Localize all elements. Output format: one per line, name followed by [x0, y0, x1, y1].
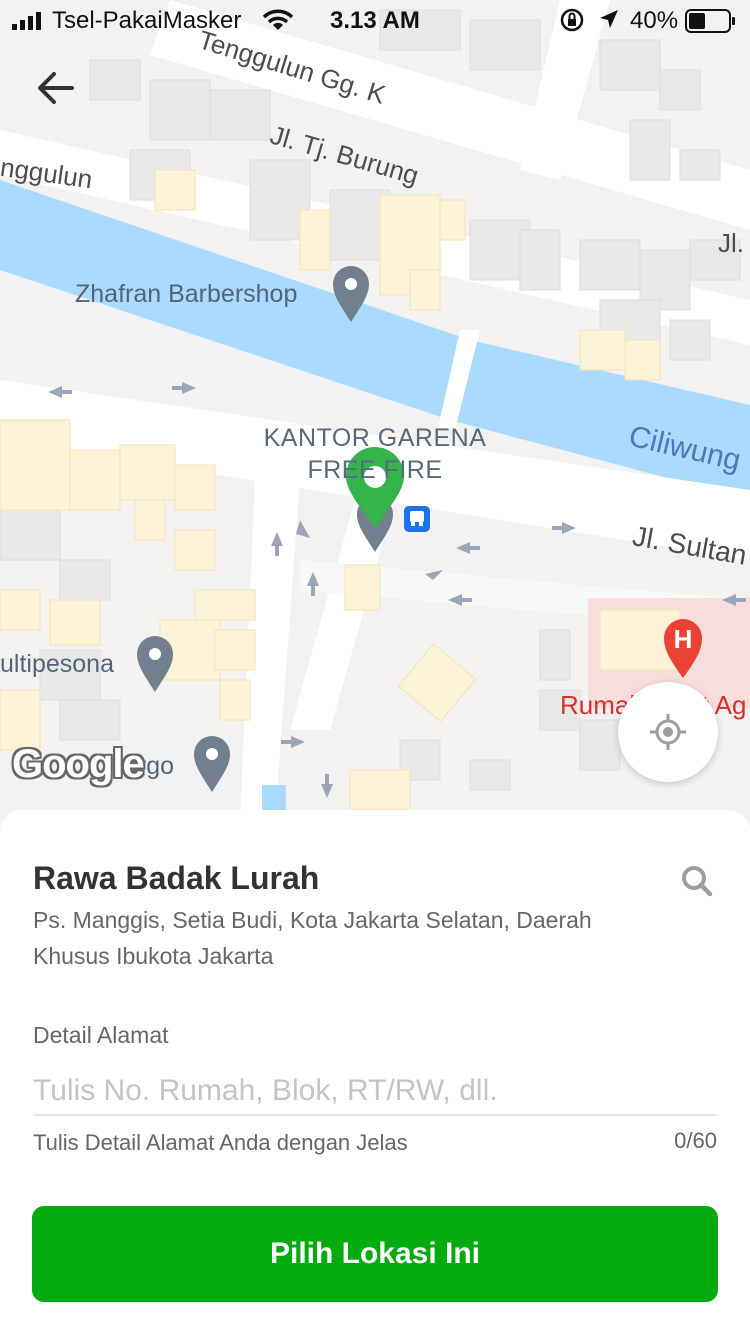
- bus-stop-icon[interactable]: [404, 506, 430, 532]
- detail-address-label: Detail Alamat: [33, 1022, 169, 1048]
- battery-percent: 40%: [630, 7, 679, 34]
- map-poi-label-line: KANTOR GARENA: [263, 424, 487, 452]
- google-logo: Google: [12, 742, 145, 786]
- battery-icon: [685, 9, 735, 33]
- svg-text:H: H: [674, 624, 693, 654]
- detail-address-hint: Tulis Detail Alamat Anda dengan Jelas: [33, 1130, 408, 1155]
- my-location-icon: [650, 714, 686, 750]
- select-location-button[interactable]: Pilih Lokasi Ini: [32, 1206, 718, 1302]
- map-poi-label-line: FREE FIRE: [307, 456, 443, 484]
- orientation-lock-icon: [560, 8, 584, 32]
- search-icon[interactable]: [680, 864, 714, 898]
- signal-icon: [12, 12, 41, 30]
- location-sheet: Rawa Badak Lurah Ps. Manggis, Setia Budi…: [0, 810, 750, 1334]
- character-counter: 0/60: [674, 1128, 717, 1153]
- my-location-button[interactable]: [618, 682, 718, 782]
- map-view[interactable]: H Tenggulun Gg. K nggulun Jl. Tj. Burung…: [0, 0, 750, 820]
- status-bar: Tsel-PakaiMasker 3.13 AM 40%: [0, 0, 750, 40]
- status-time: 3.13 AM: [330, 7, 420, 34]
- detail-address-input[interactable]: [33, 1068, 717, 1116]
- map-poi-label[interactable]: Zhafran Barbershop: [75, 280, 297, 309]
- back-arrow-icon: [38, 72, 74, 104]
- map-poi-label[interactable]: KANTOR GARENA FREE FIRE: [262, 422, 488, 486]
- location-title: Rawa Badak Lurah: [33, 860, 320, 896]
- wifi-icon: [262, 9, 294, 30]
- location-services-icon: [600, 10, 618, 28]
- back-button[interactable]: [30, 62, 82, 114]
- map-poi-label[interactable]: ultipesona: [0, 650, 114, 679]
- location-address: Ps. Manggis, Setia Budi, Kota Jakarta Se…: [33, 907, 592, 969]
- map-street-label: Jl.: [718, 228, 744, 258]
- carrier-name: Tsel-PakaiMasker: [52, 7, 242, 34]
